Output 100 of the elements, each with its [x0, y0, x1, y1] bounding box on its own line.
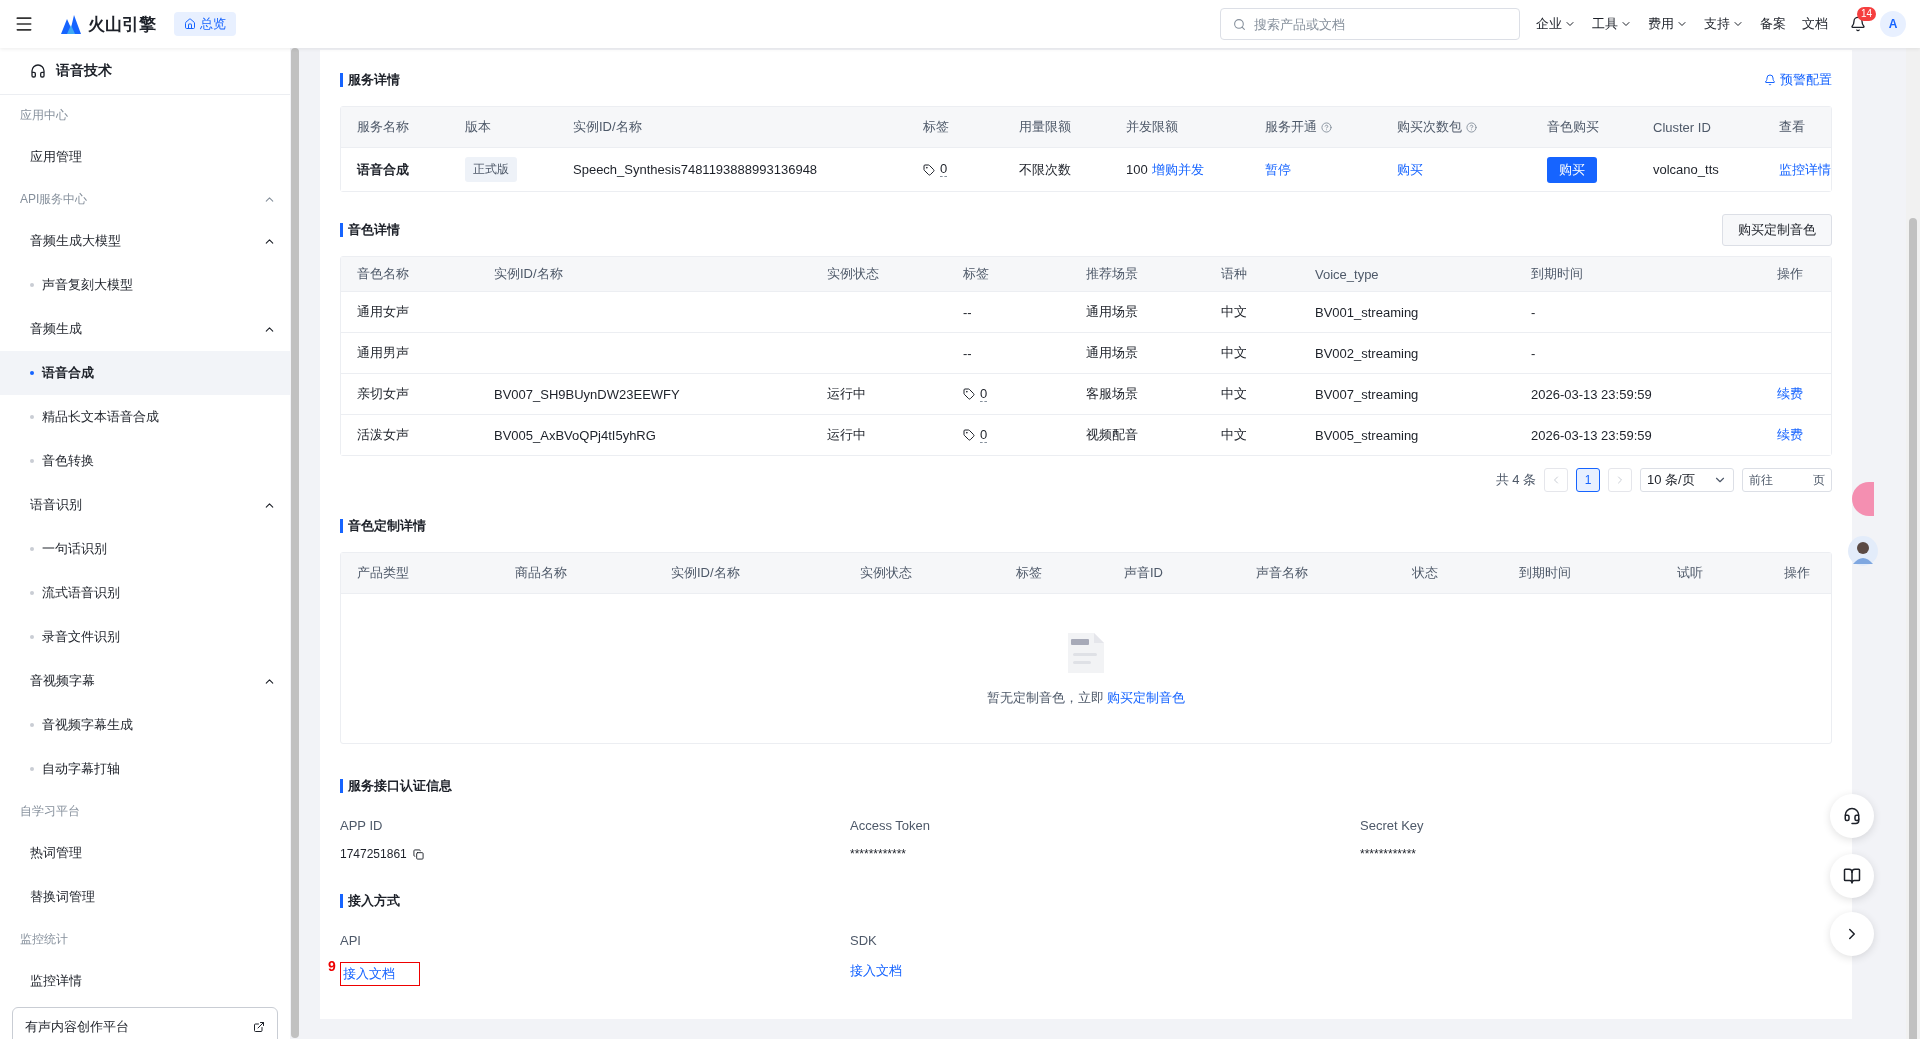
page-button[interactable]: 1 [1576, 468, 1600, 492]
column-header: 操作 [1784, 564, 1811, 582]
user-avatar[interactable]: A [1880, 11, 1906, 37]
column-header: 标签 [963, 265, 990, 283]
menu-group[interactable]: 音频生成 [0, 307, 290, 351]
goto-page-field[interactable]: 前往 页 [1742, 468, 1832, 492]
tag-count[interactable]: 0 [980, 386, 988, 402]
nav-menu[interactable]: 备案 [1760, 15, 1786, 33]
table-cell-text: 运行中 [827, 385, 867, 403]
column-header: 实例状态 [860, 564, 913, 582]
table-link[interactable]: 监控详情 [1779, 160, 1831, 179]
search-box[interactable]: 搜索产品或文档 [1220, 8, 1520, 40]
empty-message: 暂无定制音色，立即 购买定制音色 [986, 688, 1186, 707]
buy-custom-voice-button[interactable]: 购买定制音色 [1722, 214, 1832, 246]
column-header: 标签 [1016, 564, 1043, 582]
tag-icon [923, 163, 935, 176]
table-cell-text: -- [963, 345, 973, 361]
table-cell-text: 活泼女声 [357, 426, 410, 444]
table-cell-text: 2026-03-13 23:59:59 [1531, 386, 1653, 402]
menu-icon[interactable] [14, 14, 34, 34]
table-cell-text: - [1531, 304, 1537, 320]
docs-button[interactable] [1830, 854, 1874, 898]
expand-button[interactable] [1830, 912, 1874, 956]
version-badge: 正式版 [465, 157, 517, 182]
menu-item[interactable]: 声音复刻大模型 [0, 263, 290, 307]
menu-group[interactable]: 音视频字幕 [0, 659, 290, 703]
menu-item[interactable]: 流式语音识别 [0, 571, 290, 615]
menu-item[interactable]: 应用管理 [0, 135, 290, 179]
nav-menu[interactable]: 工具 [1592, 15, 1632, 33]
nav-menu[interactable]: 文档 [1802, 15, 1828, 33]
buy-concurrency-link[interactable]: 增购并发 [1151, 160, 1204, 179]
menu-item[interactable]: 语音合成 [0, 351, 290, 395]
menu-item[interactable]: 自动字幕打轴 [0, 747, 290, 791]
menu-item[interactable]: 替换词管理 [0, 875, 290, 919]
buy-button[interactable]: 购买 [1547, 156, 1597, 183]
table-cell-text: 视频配音 [1086, 426, 1139, 444]
table-cell-text: BV002_streaming [1315, 345, 1420, 361]
table-cell-text: 通用场景 [1086, 303, 1139, 321]
table-cell-text: 通用男声 [357, 344, 410, 362]
overview-tab[interactable]: 总览 [174, 12, 236, 36]
table-cell-text: BV007_streaming [1315, 386, 1420, 402]
table-link[interactable]: 暂停 [1265, 160, 1291, 179]
column-header: 到期时间 [1519, 564, 1572, 582]
table-cell-text: 通用场景 [1086, 344, 1139, 362]
menu-item[interactable]: 监控详情 [0, 959, 290, 1003]
field-label: Access Token [850, 817, 931, 833]
field-value: ************ [1360, 847, 1417, 861]
menu-item[interactable]: 录音文件识别 [0, 615, 290, 659]
nav-menu[interactable]: 费用 [1648, 15, 1688, 33]
column-header: 版本 [465, 118, 491, 136]
nav-menu[interactable]: 企业 [1536, 15, 1576, 33]
table-cell-text: 中文 [1221, 344, 1248, 362]
scrollbar[interactable] [1909, 218, 1917, 1039]
tag-count[interactable]: 0 [940, 162, 948, 177]
total-count: 共 4 条 [1495, 471, 1536, 489]
section-title: 服务详情 [340, 73, 400, 87]
tag-icon [963, 388, 975, 400]
doc-link[interactable]: 接入文档 [340, 962, 420, 986]
column-header: 标签 [923, 118, 949, 136]
table-cell-text: 通用女声 [357, 303, 410, 321]
help-icon[interactable] [1466, 121, 1477, 133]
column-header: 语种 [1221, 265, 1248, 283]
prev-page-button[interactable] [1544, 468, 1568, 492]
nav-menu[interactable]: 支持 [1704, 15, 1744, 33]
support-button[interactable] [1830, 794, 1874, 838]
menu-item[interactable]: 精品长文本语音合成 [0, 395, 290, 439]
column-header: 试听 [1677, 564, 1704, 582]
section-label: API服务中心 [20, 190, 88, 208]
platform-link-button[interactable]: 有声内容创作平台 [12, 1007, 278, 1039]
next-page-button[interactable] [1608, 468, 1632, 492]
menu-item[interactable]: 一句话识别 [0, 527, 290, 571]
assistant-avatar[interactable] [1848, 536, 1878, 566]
table-link[interactable]: 续费 [1777, 426, 1803, 444]
alert-config-link[interactable]: 预警配置 [1764, 71, 1832, 89]
field-label: SDK [850, 932, 878, 948]
table-cell-text: 不限次数 [1019, 160, 1072, 179]
table-link[interactable]: 续费 [1777, 385, 1803, 403]
field-label: Secret Key [1360, 817, 1425, 833]
section-title: 服务接口认证信息 [340, 779, 452, 793]
menu-item[interactable]: 音色转换 [0, 439, 290, 483]
chat-bubble-icon[interactable] [1852, 482, 1874, 516]
copy-icon[interactable] [412, 848, 424, 860]
menu-group[interactable]: 音频生成大模型 [0, 219, 290, 263]
help-icon[interactable] [1321, 121, 1332, 133]
menu-item[interactable]: 音视频字幕生成 [0, 703, 290, 747]
scrollbar[interactable] [291, 48, 299, 1038]
table-cell-text: 客服场景 [1086, 385, 1139, 403]
table-link[interactable]: 购买 [1397, 160, 1423, 179]
tag-count[interactable]: 0 [980, 427, 988, 443]
doc-link[interactable]: 接入文档 [850, 962, 1360, 980]
bell-icon[interactable] [1850, 16, 1866, 32]
column-header: Voice_type [1315, 266, 1380, 282]
column-header: 产品类型 [357, 564, 410, 582]
menu-item[interactable]: 热词管理 [0, 831, 290, 875]
home-icon [184, 18, 196, 30]
table-cell-text: 语音合成 [357, 160, 410, 179]
buy-custom-voice-link[interactable]: 购买定制音色 [1107, 688, 1186, 707]
book-icon [1843, 867, 1861, 885]
menu-group[interactable]: 语音识别 [0, 483, 290, 527]
page-size-select[interactable]: 10 条/页 [1640, 468, 1734, 492]
